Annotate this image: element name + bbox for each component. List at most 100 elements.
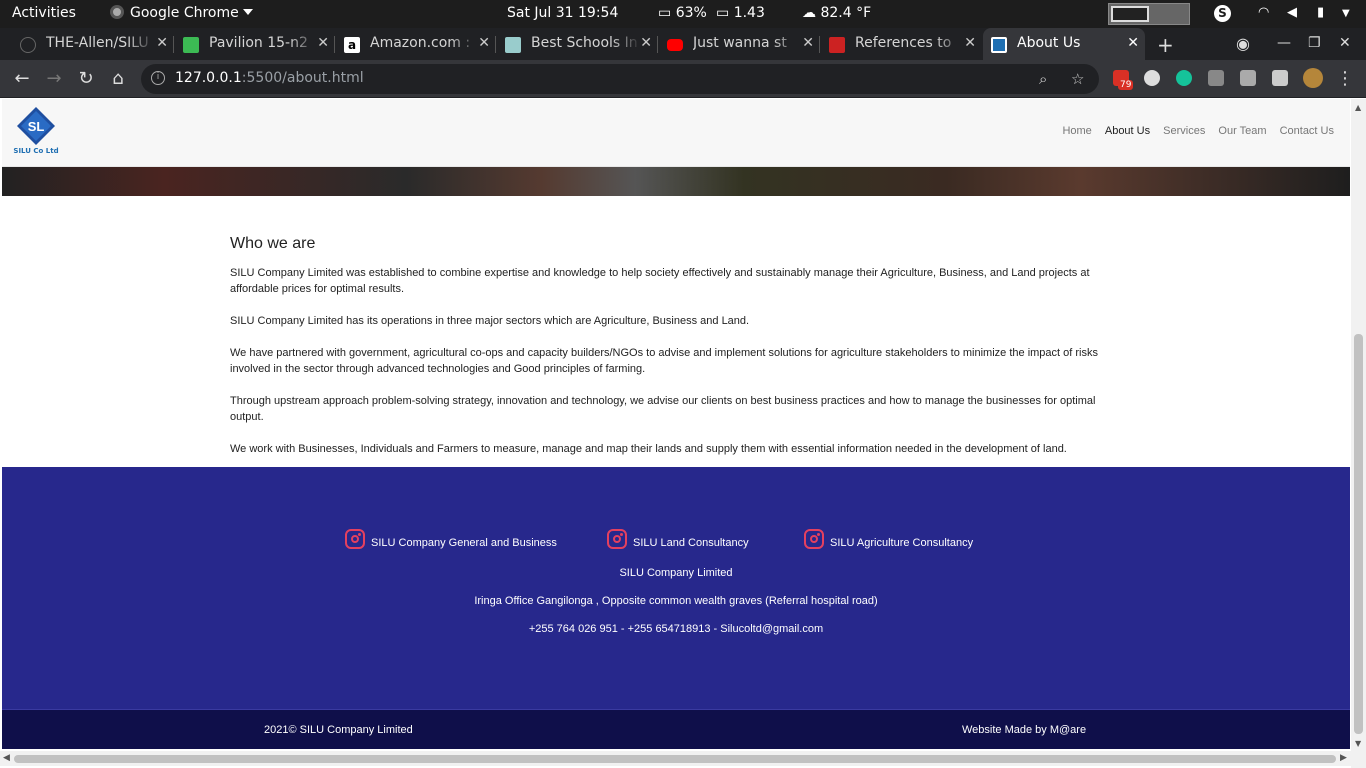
menu-kebab-icon[interactable]: ⋮	[1334, 68, 1356, 90]
url-text[interactable]: 127.0.0.1:5500/about.html	[175, 70, 364, 86]
instagram-icon	[607, 529, 627, 549]
s-extension-icon[interactable]	[1144, 70, 1160, 86]
workspace-active	[1111, 6, 1149, 22]
url-path: :5500/about.html	[241, 70, 364, 86]
nav-contact-us[interactable]: Contact Us	[1280, 125, 1334, 137]
scroll-up-icon[interactable]: ▲	[1355, 103, 1361, 112]
weather-indicator: ☁ 82.4 °F	[802, 5, 871, 21]
battery-indicator: ▭ 63%	[658, 5, 707, 21]
restore-icon[interactable]: ❐	[1308, 35, 1321, 51]
chrome-icon	[110, 5, 124, 19]
close-tab-icon[interactable]: ✕	[1127, 35, 1139, 51]
load-value: 1.43	[733, 5, 765, 21]
code-extension-icon[interactable]	[1208, 70, 1224, 86]
tab-search-icon[interactable]: ◉	[1236, 34, 1250, 53]
url-host: 127.0.0.1	[175, 70, 242, 86]
social-label: SILU Agriculture Consultancy	[830, 537, 974, 549]
cloud-icon: ☁	[802, 5, 816, 21]
tab-title: Pavilion 15-n2	[209, 35, 319, 51]
profile-avatar[interactable]	[1303, 68, 1323, 88]
caret-down-icon	[242, 9, 253, 15]
reload-icon[interactable]: ↻	[75, 68, 97, 90]
app-menu-label: Google Chrome	[130, 5, 239, 21]
footer-company-name: SILU Company Limited	[619, 567, 733, 579]
weather-value: 82.4 °F	[820, 5, 872, 21]
site-logo[interactable]: SL SILU Co Ltd	[12, 107, 60, 159]
copyright-text: 2021© SILU Company Limited	[264, 724, 413, 736]
new-tab-button[interactable]: +	[1157, 33, 1174, 57]
tab-amazon[interactable]: a Amazon.com : ✕	[336, 28, 496, 60]
zoom-icon[interactable]: ⌕	[1039, 70, 1047, 88]
close-tab-icon[interactable]: ✕	[802, 35, 814, 51]
close-tab-icon[interactable]: ✕	[317, 35, 329, 51]
web-page: SL SILU Co Ltd Home About Us Services Ou…	[0, 99, 1366, 768]
github-icon	[20, 37, 36, 53]
app-menu[interactable]: Google Chrome	[110, 5, 253, 21]
tab-separator	[334, 36, 335, 53]
system-menu-caret-icon[interactable]: ▼	[1342, 8, 1350, 19]
battery-menu-icon[interactable]: ▮	[1317, 5, 1324, 20]
close-tab-icon[interactable]: ✕	[964, 35, 976, 51]
close-tab-icon[interactable]: ✕	[640, 35, 652, 51]
back-icon[interactable]: ←	[11, 68, 33, 90]
workspace-indicator[interactable]	[1108, 3, 1190, 25]
skype-icon[interactable]: S	[1214, 5, 1231, 22]
load-indicator: ▭ 1.43	[716, 5, 765, 21]
home-icon[interactable]: ⌂	[107, 68, 129, 90]
site-navbar: SL SILU Co Ltd Home About Us Services Ou…	[2, 99, 1350, 167]
site-info-icon[interactable]: i	[151, 71, 165, 85]
horizontal-scroll-thumb[interactable]	[14, 755, 1336, 763]
horizontal-scrollbar[interactable]: ◀ ▶	[0, 751, 1351, 766]
footer-bottom-bar: 2021© SILU Company Limited Website Made …	[2, 709, 1350, 749]
browser-toolbar: ← → ↻ ⌂ i 127.0.0.1:5500/about.html ⌕ ☆ …	[0, 60, 1366, 98]
hero-image	[2, 167, 1350, 196]
nav-our-team[interactable]: Our Team	[1218, 125, 1266, 137]
r-extension-icon[interactable]	[1240, 70, 1256, 86]
close-tab-icon[interactable]: ✕	[156, 35, 168, 51]
wifi-icon[interactable]: ◠	[1258, 5, 1269, 20]
vertical-scrollbar[interactable]: ▲ ▼	[1351, 99, 1366, 768]
nav-home[interactable]: Home	[1062, 125, 1091, 137]
tab-pavilion[interactable]: Pavilion 15-n2 ✕	[175, 28, 335, 60]
document-icon	[183, 37, 199, 53]
social-link-land[interactable]: SILU Land Consultancy	[607, 529, 749, 549]
references-icon	[829, 37, 845, 53]
nav-services[interactable]: Services	[1163, 125, 1205, 137]
grammarly-icon[interactable]	[1176, 70, 1192, 86]
site-footer: SILU Company General and Business SILU L…	[2, 467, 1350, 709]
window-close-icon[interactable]: ✕	[1339, 35, 1351, 51]
tab-references[interactable]: References to ✕	[821, 28, 982, 60]
social-link-general-business[interactable]: SILU Company General and Business	[345, 529, 557, 549]
school-icon	[505, 37, 521, 53]
nav-about-us[interactable]: About Us	[1105, 125, 1150, 137]
tab-title: Just wanna st	[693, 35, 803, 51]
tab-title: Amazon.com :	[370, 35, 480, 51]
vertical-scroll-thumb[interactable]	[1354, 334, 1363, 734]
logo-diamond-icon: SL	[17, 107, 55, 145]
scroll-down-icon[interactable]: ▼	[1355, 739, 1361, 748]
about-paragraph: SILU Company Limited has its operations …	[230, 315, 750, 327]
forward-icon[interactable]: →	[43, 68, 65, 90]
scroll-left-icon[interactable]: ◀	[3, 753, 10, 763]
tab-about-us[interactable]: About Us ✕	[983, 28, 1145, 60]
logo-text: SL	[28, 119, 45, 134]
tab-youtube[interactable]: Just wanna st ✕	[659, 28, 820, 60]
tab-title: References to	[855, 35, 965, 51]
bookmark-star-icon[interactable]: ☆	[1071, 70, 1084, 88]
address-bar[interactable]: i 127.0.0.1:5500/about.html ⌕ ☆	[141, 64, 1099, 94]
extensions-puzzle-icon[interactable]	[1272, 70, 1288, 86]
tab-github[interactable]: THE-Allen/SILU ✕	[12, 28, 174, 60]
system-top-bar: Activities Google Chrome Sat Jul 31 19:5…	[0, 0, 1366, 28]
youtube-icon	[667, 39, 683, 51]
activities-button[interactable]: Activities	[12, 5, 76, 21]
volume-icon[interactable]: ◀	[1287, 5, 1297, 20]
clock[interactable]: Sat Jul 31 19:54	[507, 5, 618, 21]
close-tab-icon[interactable]: ✕	[478, 35, 490, 51]
scroll-right-icon[interactable]: ▶	[1340, 753, 1347, 763]
social-label: SILU Land Consultancy	[633, 537, 749, 549]
tab-schools[interactable]: Best Schools In ✕	[497, 28, 658, 60]
silu-logo-icon	[991, 37, 1007, 53]
social-link-agriculture[interactable]: SILU Agriculture Consultancy	[804, 529, 973, 549]
minimize-icon[interactable]: —	[1277, 35, 1291, 51]
battery-icon: ▭	[658, 5, 672, 21]
